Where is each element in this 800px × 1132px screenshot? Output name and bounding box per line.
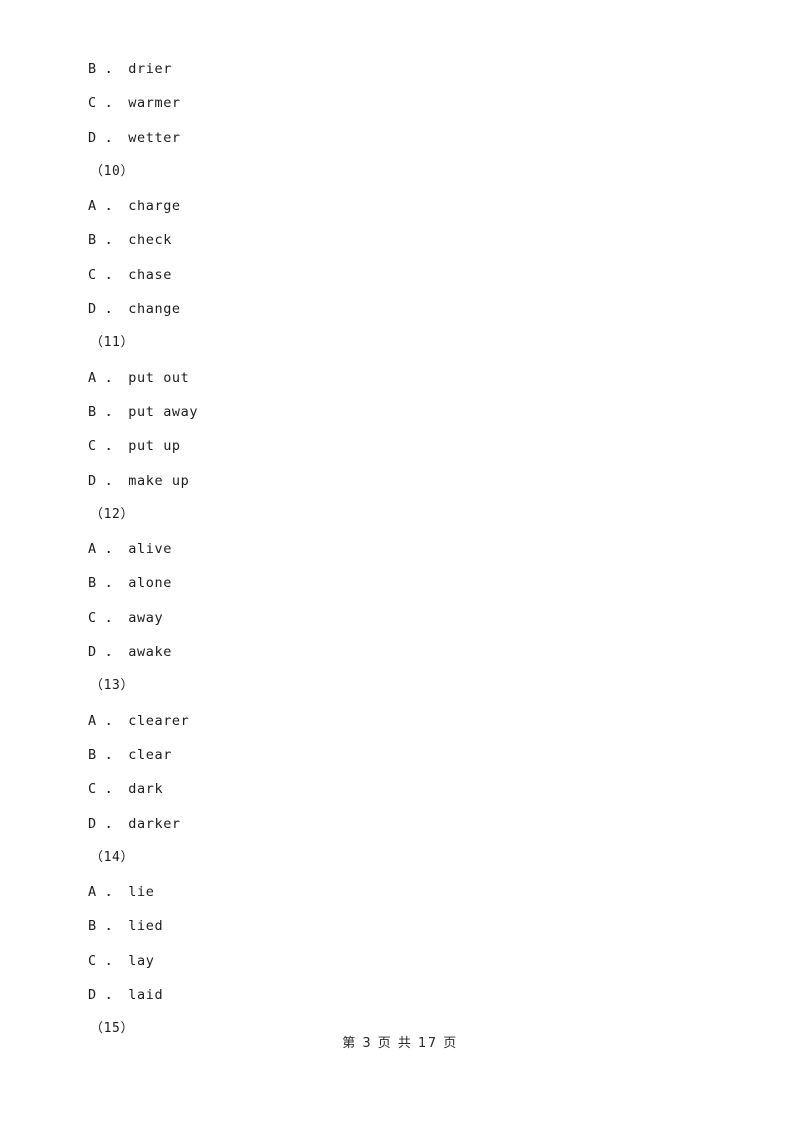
question-number-label: （10）: [90, 163, 135, 179]
question-number-label: （14）: [90, 849, 135, 865]
answer-option-line: B ． alone: [88, 575, 172, 592]
answer-option-line: B ． lied: [88, 918, 164, 935]
question-options-list: B ． drier C ． warmer D ． wetter （10） A ． cha…: [0, 52, 800, 1047]
question-number-label: （11）: [90, 335, 135, 351]
answer-option-line: B ． clear: [88, 746, 172, 763]
question-number-label: （12）: [90, 506, 135, 522]
answer-option-line: C ． dark: [88, 781, 164, 798]
answer-option-line: B ． put away: [88, 403, 199, 420]
answer-option-line: A ． alive: [88, 541, 172, 558]
answer-option-line: C ． warmer: [88, 95, 181, 112]
question-number-label: （13）: [90, 678, 135, 694]
page-footer-label: 第 3 页 共 17 页: [342, 1036, 458, 1051]
answer-option-line: C ． away: [88, 609, 164, 626]
answer-option-line: D ． laid: [88, 987, 164, 1004]
answer-option-line: A ． lie: [88, 884, 155, 901]
answer-option-line: C ． put up: [88, 438, 181, 455]
answer-option-line: C ． chase: [88, 266, 172, 283]
answer-option-line: A ． put out: [88, 369, 190, 386]
answer-option-line: D ． make up: [88, 472, 190, 489]
document-page: B ． drier C ． warmer D ． wetter （10） A ． cha…: [0, 0, 800, 1132]
answer-option-line: A ． clearer: [88, 712, 190, 729]
answer-option-line: B ． drier: [88, 61, 172, 77]
answer-option-line: B ． check: [88, 232, 172, 249]
answer-option-line: A ． charge: [88, 198, 181, 215]
answer-option-line: C ． lay: [88, 952, 155, 969]
answer-option-line: D ． wetter: [88, 129, 181, 146]
answer-option-line: D ． darker: [88, 815, 181, 832]
answer-option-line: D ． awake: [88, 644, 172, 661]
answer-option-line: D ． change: [88, 301, 181, 318]
